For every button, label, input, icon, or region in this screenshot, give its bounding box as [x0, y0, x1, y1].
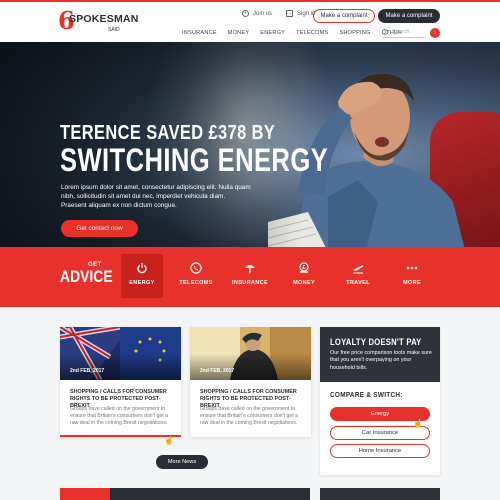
nav-item-telecoms[interactable]: TELECOMS — [296, 30, 328, 36]
advice-label-insurance: INSURANCE — [232, 280, 268, 286]
search-placeholder: Search — [392, 29, 410, 35]
advice-label-energy: ENERGY — [129, 280, 155, 286]
advice-label-telecoms: TELECOMS — [179, 280, 213, 286]
mouse-cursor-icon: ☝ — [413, 419, 423, 428]
advice-label-travel: TRAVEL — [346, 280, 370, 286]
compare-switch-panel: LOYALTY DOESN'T PAY Our free price compa… — [320, 327, 440, 475]
advice-title: ADVICE — [60, 267, 113, 286]
advice-item-more[interactable]: MORE — [391, 254, 433, 298]
nav-item-insurance[interactable]: INSURANCE — [182, 30, 217, 36]
make-complaint-outline-button[interactable]: Make a complaint — [313, 9, 375, 23]
power-icon — [137, 263, 147, 274]
plane-icon — [353, 265, 363, 274]
get-contact-button[interactable]: Get contact now — [61, 220, 138, 237]
news-date: 2nd FEB, 2017 — [70, 368, 105, 374]
news-section: 2nd FEB, 2017 SHOPPING / CALLS FOR CONSU… — [0, 307, 500, 500]
advice-label-money: MONEY — [292, 280, 315, 286]
loyalty-title: LOYALTY DOESN'T PAY — [330, 337, 422, 347]
loyalty-banner: LOYALTY DOESN'T PAY Our free price compa… — [320, 327, 440, 382]
news-card[interactable]: 2nd FEB, 2017 SHOPPING / CALLS FOR CONSU… — [190, 327, 311, 437]
money-icon: £ — [299, 262, 309, 273]
advice-item-money[interactable]: £ MONEY — [283, 254, 325, 298]
svg-text:£: £ — [302, 265, 305, 271]
advice-item-energy[interactable]: ENERGY — [121, 254, 163, 298]
umbrella-icon — [245, 265, 255, 274]
nav-item-energy[interactable]: ENERGY — [260, 30, 285, 36]
advice-item-telecoms[interactable]: TELECOMS — [175, 254, 217, 298]
header: 6 SPOKESMAN SAID + Join us → Sign in Mak… — [0, 0, 500, 42]
phone-icon — [190, 262, 202, 274]
next-section-side — [320, 488, 440, 500]
search-input[interactable]: Search — [382, 28, 426, 38]
logo[interactable]: 6 SPOKESMAN SAID — [58, 9, 138, 36]
search-icon — [382, 29, 388, 35]
news-excerpt: Groups have called on the government to … — [200, 406, 299, 426]
compare-option-home-insurance[interactable]: Home Insurance — [330, 444, 430, 458]
join-icon: + — [242, 10, 249, 17]
card-accent-line — [60, 435, 181, 437]
advice-label-more: MORE — [403, 280, 421, 286]
join-us-label: Join us — [253, 10, 273, 17]
more-news-button[interactable]: More News — [156, 455, 208, 469]
next-section-preview — [0, 488, 500, 500]
news-card[interactable]: 2nd FEB, 2017 SHOPPING / CALLS FOR CONSU… — [60, 327, 181, 437]
next-section-bar — [110, 488, 310, 500]
mouse-cursor-icon: ☝ — [164, 436, 174, 445]
nav-item-money[interactable]: MONEY — [228, 30, 250, 36]
more-icon — [406, 266, 418, 270]
join-us-link[interactable]: + Join us — [242, 10, 272, 17]
compare-switch-title: COMPARE & SWITCH: — [330, 390, 403, 399]
logo-name: SPOKESMAN — [69, 13, 139, 25]
compare-option-car-insurance[interactable]: Car Insurance — [330, 426, 430, 440]
nav-item-shopping[interactable]: SHOPPING — [339, 30, 370, 36]
hero-title-line2: SWITCHING ENERGY — [60, 142, 329, 178]
advice-item-travel[interactable]: TRAVEL — [337, 254, 379, 298]
make-complaint-button[interactable]: Make a complaint — [378, 9, 440, 23]
news-excerpt: Groups have called on the government to … — [70, 406, 169, 426]
sign-in-link[interactable]: → Sign in — [286, 10, 315, 17]
hero-description: Lorem ipsum dolor sit amet, consectetur … — [61, 184, 251, 209]
main-nav: INSURANCE MONEY ENERGY TELECOMS SHOPPING… — [182, 30, 413, 36]
sign-in-icon: → — [286, 10, 294, 17]
next-section-accent — [60, 488, 110, 500]
get-advice-bar: GET ADVICE ENERGY TELECOMS INSURANCE £ M… — [0, 247, 500, 307]
search-go-button[interactable]: › — [430, 28, 440, 38]
loyalty-text: Our free price comparison tools make sur… — [330, 350, 432, 371]
logo-tagline: SAID — [108, 27, 120, 33]
news-date: 2nd FEB, 2017 — [200, 368, 235, 374]
hero-banner: TERENCE SAVED £378 BY SWITCHING ENERGY L… — [0, 42, 500, 247]
advice-item-insurance[interactable]: INSURANCE — [229, 254, 271, 298]
